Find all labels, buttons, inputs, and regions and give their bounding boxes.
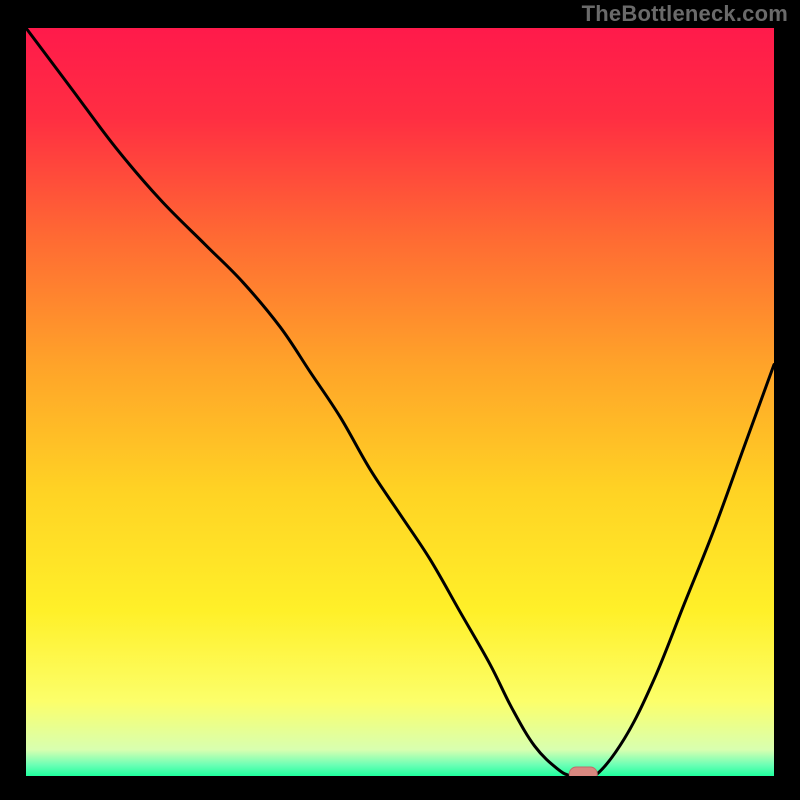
- chart-frame: TheBottleneck.com: [0, 0, 800, 800]
- bottleneck-chart: [26, 28, 774, 776]
- optimal-marker: [569, 767, 597, 776]
- plot-area: [26, 28, 774, 776]
- watermark-text: TheBottleneck.com: [582, 1, 788, 27]
